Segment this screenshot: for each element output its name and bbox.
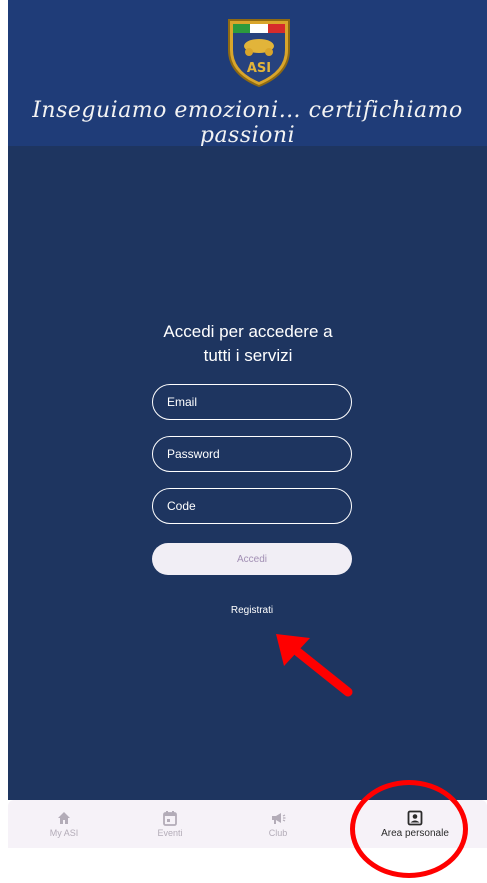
nav-item-eventi[interactable]: Eventi	[122, 800, 218, 848]
home-icon	[58, 812, 70, 824]
nav-label-eventi: Eventi	[157, 828, 183, 838]
email-input[interactable]	[153, 385, 351, 419]
asi-logo: ASI	[228, 19, 290, 88]
nav-label-club: Club	[268, 828, 288, 838]
tagline: Inseguiamo emozioni… certifichiamo passi…	[32, 98, 463, 148]
accedi-button[interactable]: Accedi	[152, 543, 352, 575]
email-field[interactable]	[152, 384, 352, 420]
calendar-icon	[163, 811, 177, 826]
nav-item-my-asi[interactable]: My ASI	[16, 800, 112, 848]
bottom-nav: My ASI Eventi Club Area personale	[8, 800, 487, 848]
nav-label-my-asi: My ASI	[49, 828, 79, 838]
login-title: Accedi per accedere a tutti i servizi	[138, 320, 358, 368]
app-header: ASI Inseguiamo emozioni… certifichiamo p…	[8, 0, 487, 148]
login-panel: Accedi per accedere a tutti i servizi Ac…	[8, 146, 487, 800]
login-title-line-1: Accedi per accedere a	[163, 322, 333, 341]
svg-text:ASI: ASI	[247, 61, 271, 76]
red-arrow-annotation	[276, 634, 353, 697]
registrati-link[interactable]: Registrati	[152, 605, 352, 616]
megaphone-icon	[272, 813, 286, 824]
nav-label-area-personale: Area personale	[381, 828, 449, 839]
account-box-icon	[407, 810, 423, 826]
password-input[interactable]	[153, 437, 351, 471]
nav-item-club[interactable]: Club	[230, 800, 326, 848]
login-title-line-2: tutti i servizi	[203, 346, 293, 365]
password-field[interactable]	[152, 436, 352, 472]
code-field[interactable]	[152, 488, 352, 524]
code-input[interactable]	[153, 489, 351, 523]
nav-item-area-personale[interactable]: Area personale	[367, 800, 463, 848]
